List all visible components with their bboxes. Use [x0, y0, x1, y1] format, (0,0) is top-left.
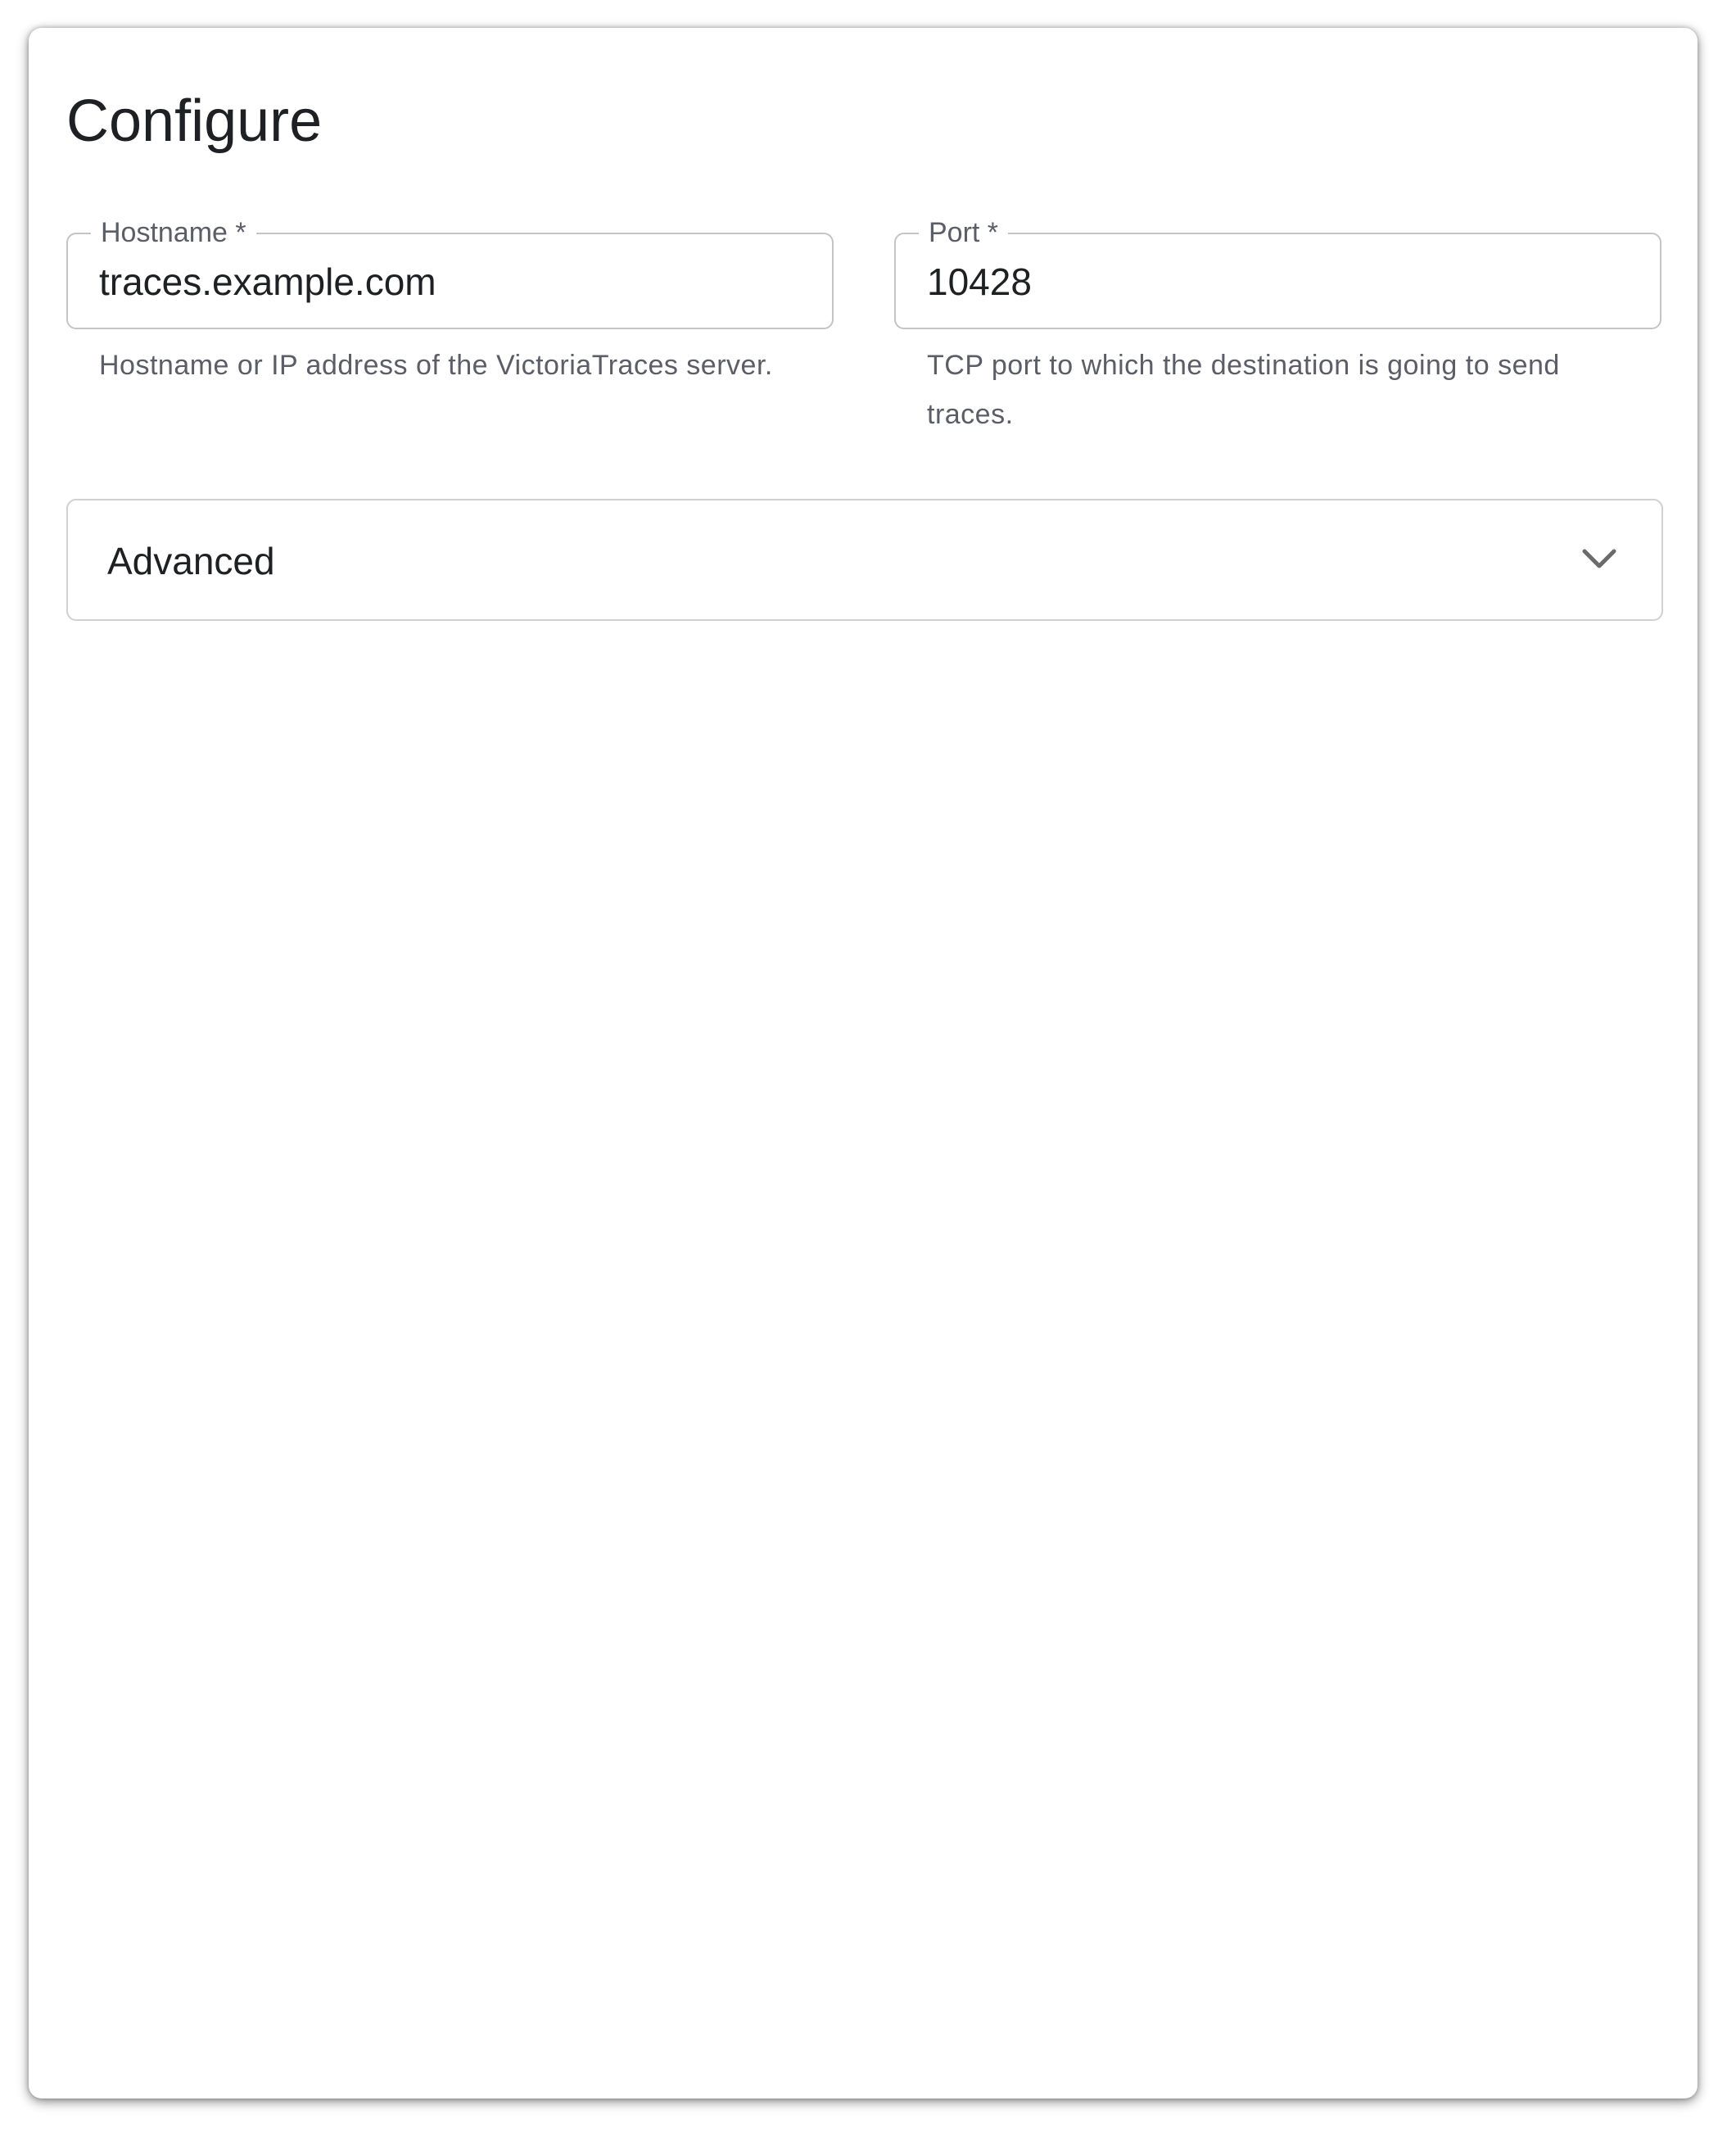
chevron-down-icon	[1582, 549, 1616, 568]
port-helper-text: TCP port to which the destination is goi…	[927, 350, 1560, 430]
advanced-accordion[interactable]: Advanced	[66, 499, 1663, 621]
hostname-input[interactable]	[99, 256, 803, 308]
page-title: Configure	[66, 88, 323, 154]
hostname-label: Hostname *	[91, 215, 256, 251]
configure-card: Configure Hostname * Hostname or IP addr…	[29, 28, 1698, 2099]
port-field[interactable]: Port *	[894, 215, 1661, 329]
advanced-label: Advanced	[107, 540, 275, 582]
port-label: Port *	[919, 215, 1009, 251]
hostname-field[interactable]: Hostname *	[66, 215, 834, 329]
port-input[interactable]	[927, 256, 1631, 308]
hostname-helper-text: Hostname or IP address of the VictoriaTr…	[99, 350, 773, 381]
